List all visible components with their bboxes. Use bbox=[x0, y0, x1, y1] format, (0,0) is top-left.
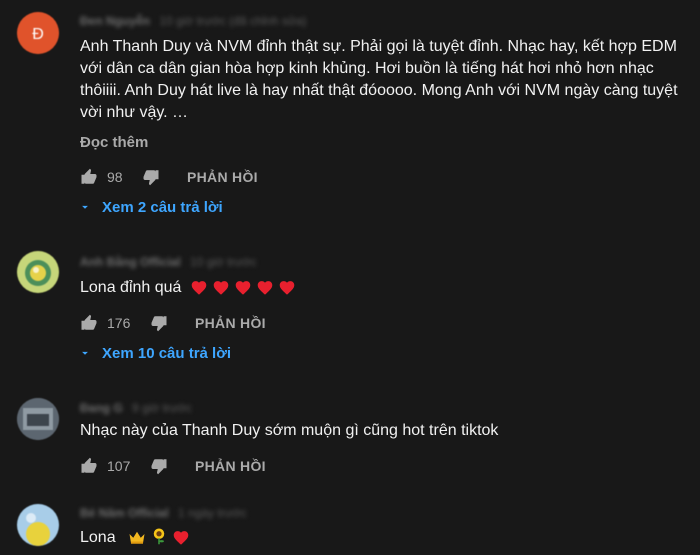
sunflower-emoji bbox=[150, 527, 168, 552]
like-count: 176 bbox=[107, 315, 131, 331]
comment-line: với dân ca dân gian hòa hợp kinh khủng. … bbox=[80, 60, 654, 77]
thumbs-down-icon[interactable] bbox=[142, 168, 160, 186]
comment-author[interactable]: Đang G bbox=[80, 401, 123, 415]
avatar[interactable] bbox=[17, 251, 59, 293]
reply-button[interactable]: PHẢN HỒI bbox=[195, 458, 266, 474]
read-more-link[interactable]: Đọc thêm bbox=[80, 134, 148, 151]
comment-thread-3: Đang G 9 giờ trước Nhạc này của Thanh Du… bbox=[0, 392, 700, 482]
comment-thread-2: Anh Bằng Official 10 giờ trước Lona đỉnh… bbox=[0, 245, 700, 375]
reply-button[interactable]: PHẢN HỒI bbox=[187, 169, 258, 185]
comment-line: Nhạc này của Thanh Duy sớm muộn gì cũng … bbox=[80, 422, 499, 439]
comment-time[interactable]: 10 giờ trước bbox=[190, 255, 256, 269]
heart-emoji bbox=[172, 529, 190, 552]
comment-header: Bé Năm Official 1 ngày trước bbox=[80, 506, 247, 520]
heart-emoji bbox=[190, 279, 208, 302]
avatar-image-icon bbox=[17, 251, 59, 293]
comment-author[interactable]: Đen Nguyễn bbox=[80, 14, 150, 28]
comment-line: Lona đỉnh quá bbox=[80, 279, 182, 296]
comment-actions: 176 PHẢN HỒI bbox=[80, 313, 340, 333]
heart-emoji bbox=[234, 279, 252, 302]
like-count: 98 bbox=[107, 169, 123, 185]
comment-line: Lona bbox=[80, 529, 116, 546]
comment-author[interactable]: Anh Bằng Official bbox=[80, 255, 181, 269]
comment-actions: 107 PHẢN HỒI bbox=[80, 456, 340, 476]
chevron-down-icon bbox=[82, 351, 88, 355]
svg-text:Đ: Đ bbox=[32, 26, 44, 43]
thumbs-up-icon[interactable] bbox=[80, 168, 98, 186]
chevron-down-icon bbox=[82, 205, 88, 209]
heart-emoji bbox=[278, 279, 296, 302]
thumbs-down-icon[interactable] bbox=[150, 314, 168, 332]
comment-header: Anh Bằng Official 10 giờ trước bbox=[80, 255, 256, 269]
comment-thread-4: Bé Năm Official 1 ngày trước Lona bbox=[0, 496, 700, 555]
comment-line: Anh Thanh Duy và NVM đỉnh thật sự. Phải … bbox=[80, 38, 677, 55]
view-replies-button[interactable]: Xem 2 câu trả lời bbox=[78, 199, 223, 219]
comment-text: Nhạc này của Thanh Duy sớm muộn gì cũng … bbox=[80, 420, 700, 442]
comment-thread-1: Đ Đen Nguyễn 10 giờ trước (đã chỉnh sửa)… bbox=[0, 0, 700, 230]
avatar-image-icon bbox=[17, 398, 59, 440]
heart-emoji bbox=[212, 279, 230, 302]
comment-text: Lona bbox=[80, 527, 700, 552]
crown-emoji bbox=[128, 529, 146, 552]
thumbs-up-icon[interactable] bbox=[80, 457, 98, 475]
view-replies-label: Xem 2 câu trả lời bbox=[102, 199, 223, 216]
like-count: 107 bbox=[107, 458, 131, 474]
comment-header: Đang G 9 giờ trước bbox=[80, 401, 192, 415]
heart-emoji bbox=[256, 279, 274, 302]
comment-time[interactable]: 10 giờ trước (đã chỉnh sửa) bbox=[159, 14, 306, 28]
avatar[interactable]: Đ bbox=[17, 12, 59, 54]
comment-actions: 98 PHẢN HỒI bbox=[80, 167, 340, 187]
thumbs-up-icon[interactable] bbox=[80, 314, 98, 332]
avatar-image-icon bbox=[17, 504, 59, 546]
avatar-initial-icon: Đ bbox=[17, 12, 59, 54]
comment-text: Anh Thanh Duy và NVM đỉnh thật sự. Phải … bbox=[80, 36, 700, 124]
reply-button[interactable]: PHẢN HỒI bbox=[195, 315, 266, 331]
comment-time[interactable]: 9 giờ trước bbox=[132, 401, 192, 415]
avatar[interactable] bbox=[17, 504, 59, 546]
view-replies-label: Xem 10 câu trả lời bbox=[102, 345, 232, 362]
comment-author[interactable]: Bé Năm Official bbox=[80, 506, 169, 520]
view-replies-button[interactable]: Xem 10 câu trả lời bbox=[78, 345, 231, 365]
thumbs-down-icon[interactable] bbox=[150, 457, 168, 475]
comment-line: thôiiii. Anh Duy hát live là hay nhất th… bbox=[80, 82, 678, 99]
comment-time[interactable]: 1 ngày trước bbox=[178, 506, 247, 520]
comment-line: vời như vậy. … bbox=[80, 104, 189, 121]
comment-header: Đen Nguyễn 10 giờ trước (đã chỉnh sửa) bbox=[80, 14, 307, 28]
avatar[interactable] bbox=[17, 398, 59, 440]
comment-text: Lona đỉnh quá bbox=[80, 277, 700, 302]
